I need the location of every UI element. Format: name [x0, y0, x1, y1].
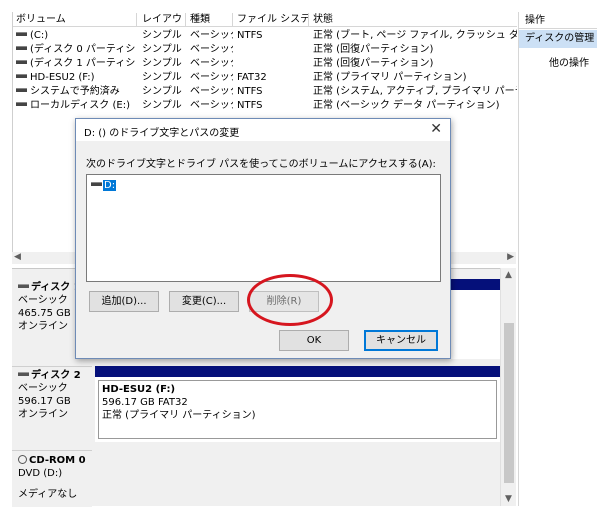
volume-status: 正常 (システム, アクティブ, プライマリ パーティション) — [313, 86, 517, 97]
volume-list-header: ボリューム レイアウト 種類 ファイル システム 状態 — [13, 12, 517, 27]
partition-hd-esu2[interactable]: HD-ESU2 (F:) 596.17 GB FAT32 正常 (プライマリ パ… — [98, 380, 497, 439]
scroll-right-icon[interactable]: ▶ — [507, 252, 514, 262]
disk-title: ディスク 2 — [31, 370, 81, 381]
volume-status: 正常 (プライマリ パーティション) — [313, 72, 467, 83]
volume-name: システムで予約済み — [30, 86, 120, 97]
volume-layout: シンプル — [142, 58, 182, 69]
volume-status: 正常 (ベーシック データ パーティション) — [313, 100, 500, 111]
cdrom-icon — [18, 454, 27, 464]
change-button[interactable]: 変更(C)... — [169, 291, 239, 312]
drive-icon — [16, 102, 27, 106]
dialog-description: 次のドライブ文字とドライブ パスを使ってこのボリュームにアクセスする(A): — [86, 159, 436, 170]
col-header-type[interactable]: 種類 — [187, 13, 233, 27]
volume-fs: NTFS — [237, 100, 263, 111]
disk-title: ディスク 1 — [31, 282, 81, 293]
volume-name: ローカルディスク (E:) — [30, 100, 130, 111]
table-row[interactable]: (ディスク 1 パーティション 1) シンプル ベーシック 正常 (回復パーティ… — [13, 57, 517, 71]
volume-layout: シンプル — [142, 44, 182, 55]
volume-name: (C:) — [30, 30, 49, 41]
scroll-down-icon[interactable]: ▼ — [505, 494, 512, 504]
cdrom-info[interactable]: CD-ROM 0 DVD (D:) メディアなし — [12, 450, 92, 507]
scroll-left-icon[interactable]: ◀ — [14, 252, 21, 262]
disk-state: オンライン — [18, 409, 68, 420]
disk-icon — [18, 284, 29, 288]
volume-layout: シンプル — [142, 72, 182, 83]
volume-status: 正常 (回復パーティション) — [313, 58, 434, 69]
volume-status: 正常 (ブート, ページ ファイル, クラッシュ ダンプ, プライマ — [313, 30, 517, 41]
list-item[interactable]: D: — [91, 179, 117, 192]
volume-type: ベーシック — [190, 44, 233, 55]
volume-layout: シンプル — [142, 86, 182, 97]
partition-status: 正常 (プライマリ パーティション) — [102, 410, 256, 421]
disk-state: メディアなし — [18, 489, 78, 500]
remove-button[interactable]: 削除(R) — [249, 291, 319, 312]
disk-2-info[interactable]: ディスク 2 ベーシック 596.17 GB オンライン — [12, 366, 92, 444]
partition-bar — [95, 366, 500, 377]
volume-type: ベーシック — [190, 100, 233, 111]
action-pane-title: 操作 — [519, 12, 597, 29]
table-row[interactable]: (C:) シンプル ベーシック NTFS 正常 (ブート, ページ ファイル, … — [13, 29, 517, 43]
col-header-filesystem[interactable]: ファイル システム — [234, 13, 309, 27]
table-row[interactable]: HD-ESU2 (F:) シンプル ベーシック FAT32 正常 (プライマリ … — [13, 71, 517, 85]
volume-status: 正常 (回復パーティション) — [313, 44, 434, 55]
volume-fs: NTFS — [237, 86, 263, 97]
volume-layout: シンプル — [142, 100, 182, 111]
disk-size: 596.17 GB — [18, 396, 71, 407]
action-pane: 操作 ディスクの管理 他の操作 — [518, 12, 597, 506]
action-other-operations[interactable]: 他の操作 — [549, 54, 589, 69]
drive-icon — [91, 182, 102, 186]
drive-icon — [16, 74, 27, 78]
add-button[interactable]: 追加(D)... — [89, 291, 159, 312]
volume-fs — [234, 57, 309, 71]
dialog-title: D: () のドライブ文字とパスの変更 — [84, 128, 240, 139]
volume-fs: FAT32 — [237, 72, 267, 83]
disk-type: DVD (D:) — [18, 468, 63, 479]
volume-fs: NTFS — [237, 30, 263, 41]
action-disk-management[interactable]: ディスクの管理 — [519, 30, 597, 48]
table-row[interactable]: ローカルディスク (E:) シンプル ベーシック NTFS 正常 (ベーシック … — [13, 99, 517, 113]
ok-button[interactable]: OK — [279, 330, 349, 351]
close-icon[interactable]: ✕ — [430, 121, 442, 137]
volume-type: ベーシック — [190, 72, 233, 83]
volume-layout: シンプル — [142, 30, 182, 41]
volume-name: (ディスク 0 パーティション 3) — [30, 44, 137, 55]
drive-icon — [16, 60, 27, 64]
drive-letter-label: D: — [103, 180, 117, 191]
disk-2-partitions: HD-ESU2 (F:) 596.17 GB FAT32 正常 (プライマリ パ… — [95, 366, 500, 442]
table-row[interactable]: システムで予約済み シンプル ベーシック NTFS 正常 (システム, アクティ… — [13, 85, 517, 99]
col-header-status[interactable]: 状態 — [310, 13, 517, 27]
drive-icon — [16, 46, 27, 50]
partition-detail: 596.17 GB FAT32 — [102, 397, 188, 408]
volume-type: ベーシック — [190, 30, 233, 41]
partition-name: HD-ESU2 (F:) — [102, 384, 176, 395]
disk-title: CD-ROM 0 — [29, 455, 86, 466]
table-row[interactable]: (ディスク 0 パーティション 3) シンプル ベーシック 正常 (回復パーティ… — [13, 43, 517, 57]
scroll-up-icon[interactable]: ▲ — [505, 270, 512, 280]
volume-name: HD-ESU2 (F:) — [30, 72, 95, 83]
change-drive-letter-dialog: D: () のドライブ文字とパスの変更 ✕ 次のドライブ文字とドライブ パスを使… — [75, 118, 451, 359]
drive-path-list[interactable]: D: — [86, 174, 441, 282]
dialog-titlebar[interactable]: D: () のドライブ文字とパスの変更 ✕ — [76, 119, 450, 141]
disk-type: ベーシック — [18, 383, 68, 394]
volume-name: (ディスク 1 パーティション 1) — [30, 58, 137, 69]
volume-type: ベーシック — [190, 58, 233, 69]
cancel-button[interactable]: キャンセル — [364, 330, 438, 351]
col-header-layout[interactable]: レイアウト — [139, 13, 186, 27]
volume-fs — [234, 43, 309, 57]
disk-icon — [18, 372, 29, 376]
drive-icon — [16, 32, 27, 36]
col-header-volume[interactable]: ボリューム — [13, 13, 137, 27]
vertical-scrollbar[interactable]: ▲ ▼ — [500, 268, 516, 506]
scroll-thumb[interactable] — [504, 323, 514, 483]
drive-icon — [16, 88, 27, 92]
volume-type: ベーシック — [190, 86, 233, 97]
